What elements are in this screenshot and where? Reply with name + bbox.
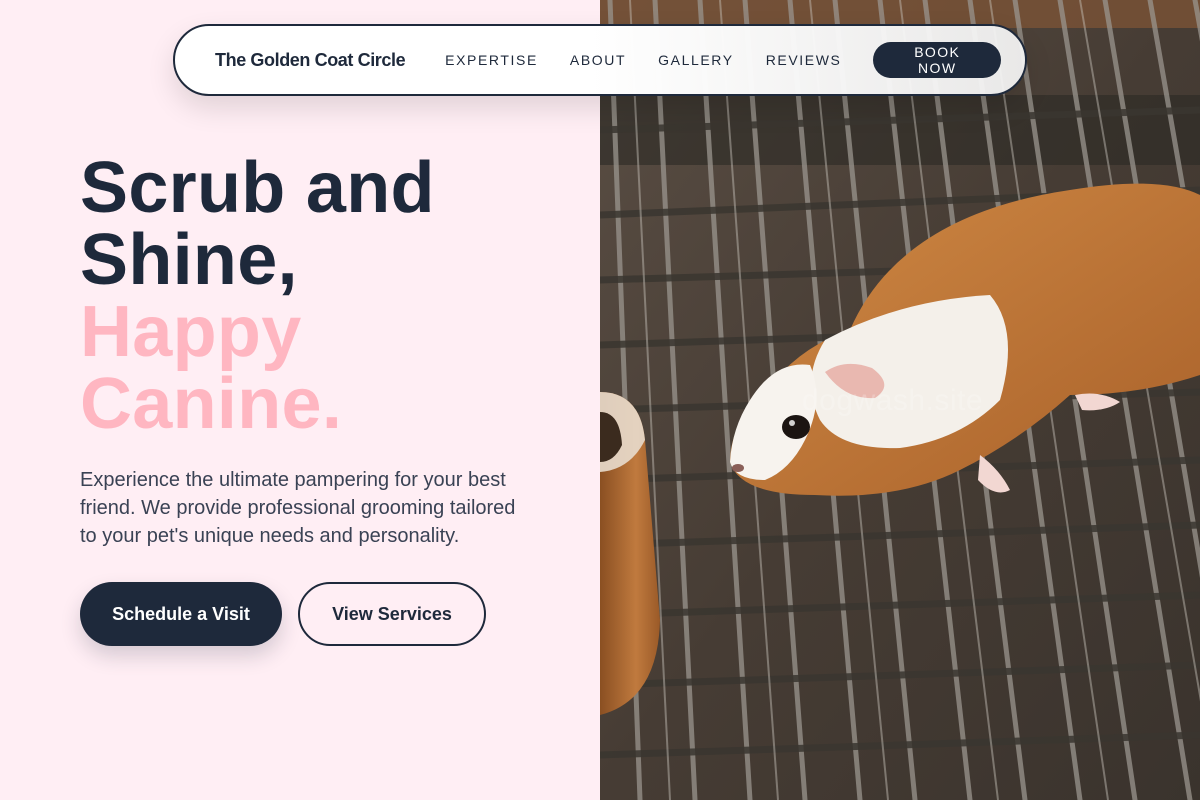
nav-links: EXPERTISE ABOUT GALLERY REVIEWS: [445, 52, 873, 68]
nav-link-expertise[interactable]: EXPERTISE: [445, 52, 538, 68]
hero-description: Experience the ultimate pampering for yo…: [80, 469, 516, 547]
headline-accent-line-1: Happy: [80, 292, 302, 372]
nav-link-gallery[interactable]: GALLERY: [658, 52, 734, 68]
book-now-button[interactable]: BOOK NOW: [873, 42, 1001, 78]
watermark-text: dogwash.site: [802, 384, 984, 417]
brand-logo-text[interactable]: The Golden Coat Circle: [215, 50, 445, 71]
hero-headline: Scrub and Shine, Happy Canine.: [80, 152, 560, 440]
nav-link-about[interactable]: ABOUT: [570, 52, 626, 68]
headline-line-2: Shine,: [80, 220, 298, 300]
headline-line-1: Scrub and: [80, 148, 435, 228]
navigation-bar: The Golden Coat Circle EXPERTISE ABOUT G…: [173, 24, 1027, 96]
view-services-button[interactable]: View Services: [298, 582, 486, 646]
nav-link-reviews[interactable]: REVIEWS: [766, 52, 842, 68]
headline-accent-line-2: Canine.: [80, 364, 343, 444]
schedule-visit-button[interactable]: Schedule a Visit: [80, 582, 282, 646]
